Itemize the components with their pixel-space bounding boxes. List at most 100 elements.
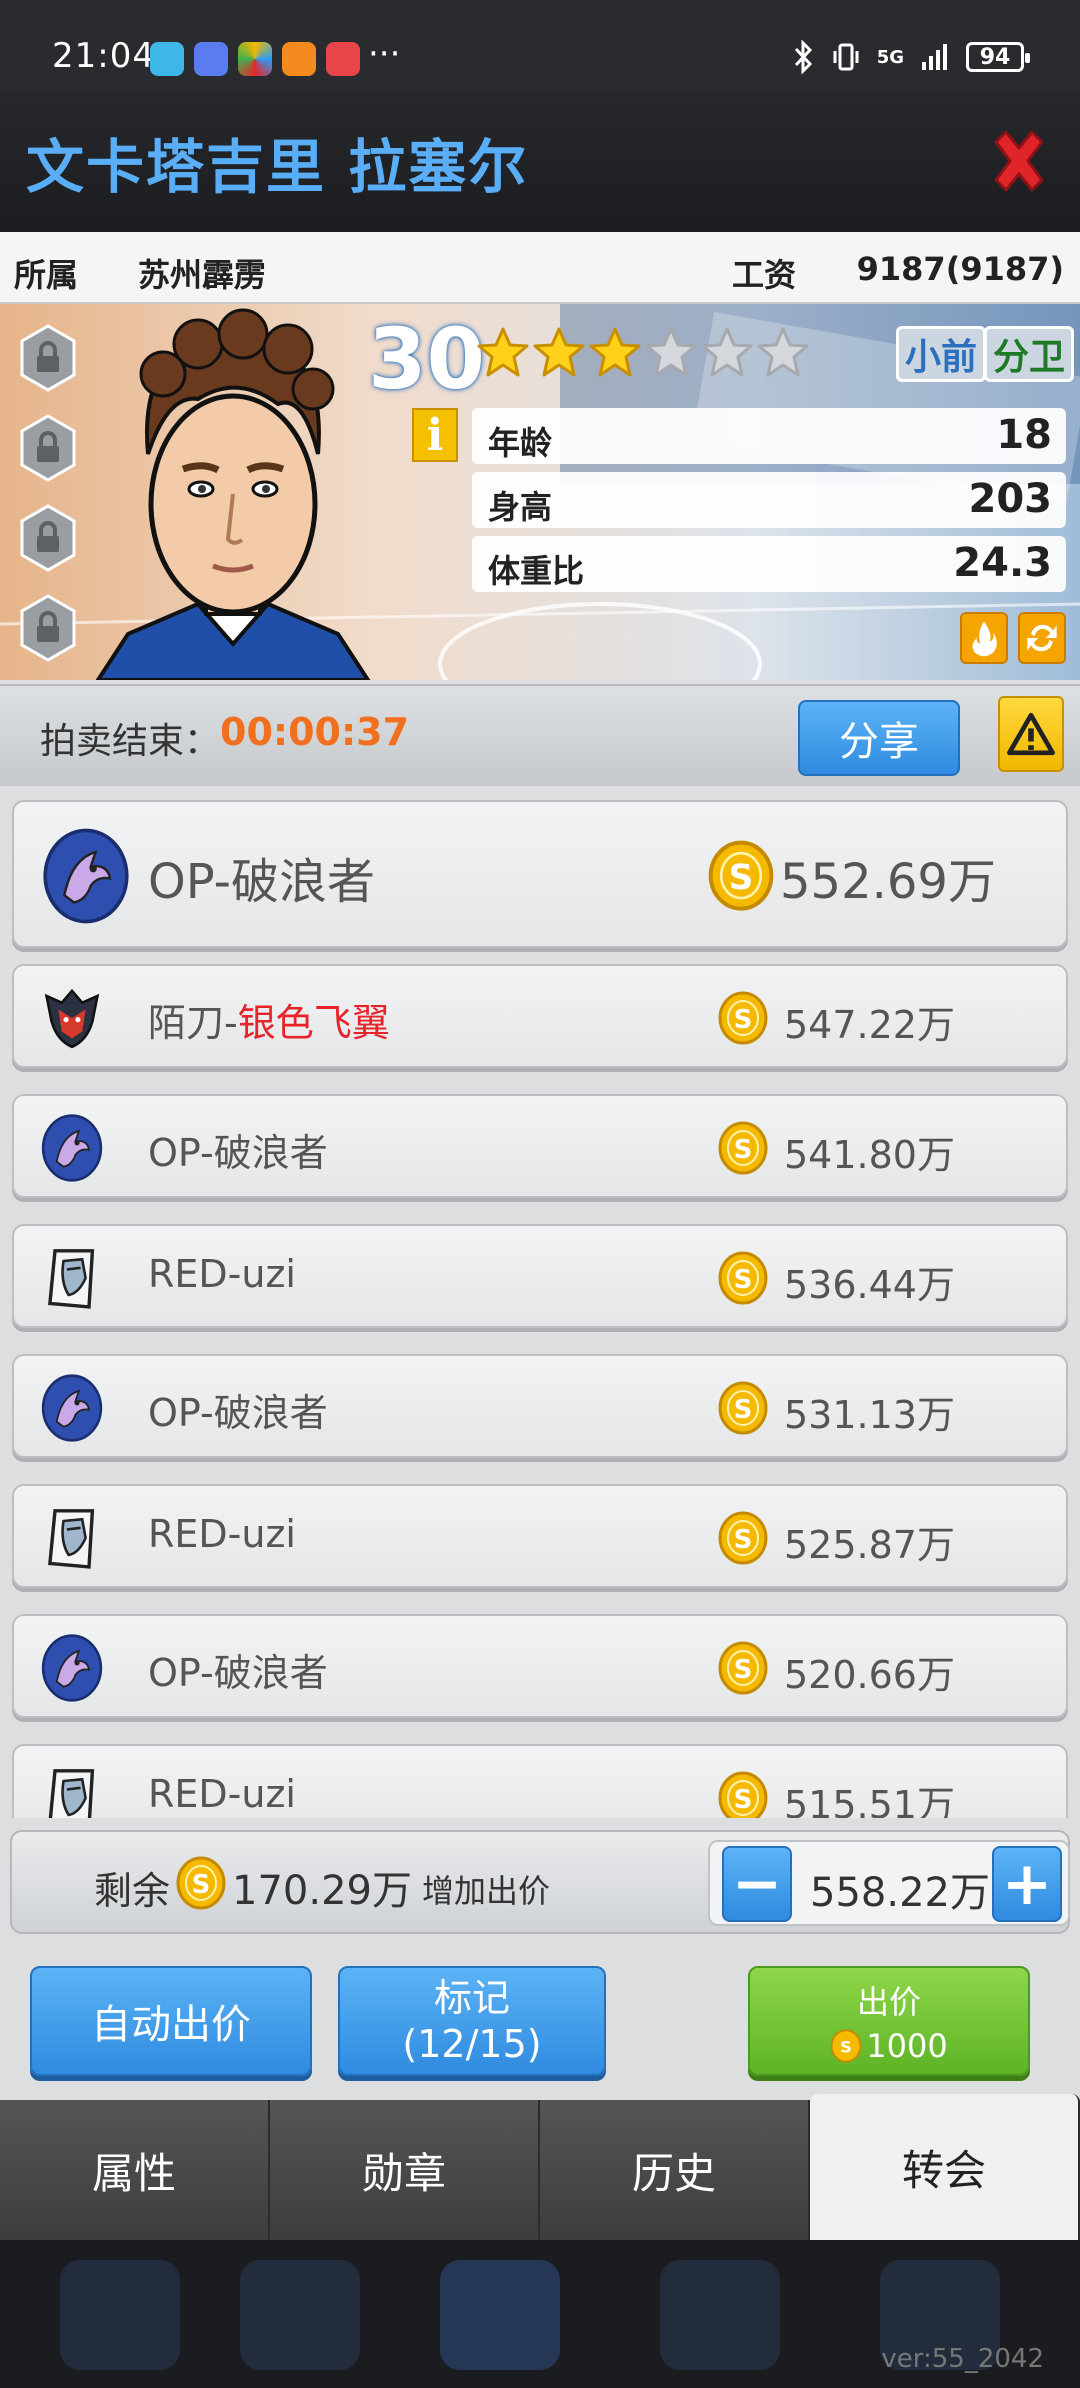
lock-icon[interactable] — [18, 324, 78, 392]
bid-amount: 541.80万 — [784, 1133, 955, 1177]
nav-ghost-icon — [240, 2260, 360, 2370]
salary-value: 9187(9187) — [856, 250, 1064, 288]
lock-icon[interactable] — [18, 504, 78, 572]
svg-text:S: S — [840, 2037, 852, 2056]
mark-label: 标记 — [433, 1976, 510, 2020]
report-warning-icon[interactable] — [998, 696, 1064, 772]
bid-stepper: − 558.22万 + — [708, 1840, 1070, 1926]
player-rating: 30 — [368, 310, 485, 408]
background-navigation: ver:55_2042 — [0, 2240, 1080, 2388]
coin-icon: S — [176, 1856, 226, 1910]
top-bid-row[interactable]: OP-破浪者 S 552.69万 — [12, 800, 1068, 948]
coin: S — [718, 1511, 768, 1569]
stat-label: 年龄 — [488, 424, 553, 462]
bidder-team: 陌刀- — [148, 1001, 238, 1045]
coin-icon: S — [718, 1641, 768, 1695]
tab-badges[interactable]: 勋章 — [270, 2100, 540, 2240]
tab-attributes[interactable]: 属性 — [0, 2100, 270, 2240]
bidder-player: 破浪者 — [213, 1651, 328, 1695]
coin-icon: S — [718, 991, 768, 1045]
player-portrait — [95, 308, 371, 680]
close-icon[interactable] — [986, 128, 1052, 194]
version-label: ver:55_2042 — [881, 2344, 1044, 2374]
stat-value: 18 — [996, 412, 1052, 458]
nav-ghost-icon — [660, 2260, 780, 2370]
bid-amount: 525.87万 — [784, 1523, 955, 1567]
lock-icon[interactable] — [18, 594, 78, 662]
app-notification-icon — [326, 42, 360, 76]
info-icon[interactable]: i — [412, 408, 458, 462]
coin: S — [718, 1381, 768, 1439]
bidder-player: 破浪者 — [231, 854, 376, 910]
bidder-team: OP- — [148, 1131, 214, 1175]
share-button[interactable]: 分享 — [798, 700, 960, 776]
bid-amount: 531.13万 — [784, 1393, 955, 1437]
svg-text:S: S — [734, 1785, 753, 1815]
tab-transfer[interactable]: 转会 — [810, 2094, 1080, 2240]
bid-row[interactable]: RED-uzi S 536.44万 — [12, 1224, 1068, 1328]
star-filled-icon — [533, 327, 585, 377]
bluetooth-icon — [794, 40, 812, 74]
svg-text:S: S — [734, 1005, 753, 1035]
decrease-bid-button[interactable]: − — [722, 1846, 792, 1922]
svg-text:S: S — [192, 1870, 211, 1900]
bid-cost: S 1000 — [830, 2027, 948, 2065]
auction-timer: 00:00:37 — [220, 710, 410, 754]
place-bid-button[interactable]: 出价 S 1000 — [748, 1966, 1030, 2076]
refresh-icon[interactable] — [1018, 612, 1066, 664]
team-logo — [38, 1504, 106, 1576]
mark-button[interactable]: 标记 (12/15) — [338, 1966, 606, 2076]
bid-row[interactable]: OP-破浪者 S 531.13万 — [12, 1354, 1068, 1458]
coin-icon: S — [718, 1121, 768, 1175]
network-type: 5G — [876, 46, 904, 68]
player-name-title: 文卡塔吉里 拉塞尔 — [26, 133, 529, 201]
team-logo — [38, 1244, 106, 1316]
nav-ghost-icon — [60, 2260, 180, 2370]
bidder-name: OP-破浪者 — [148, 842, 375, 912]
stat-weight-ratio: 体重比 24.3 — [472, 536, 1066, 592]
increase-bid-button[interactable]: + — [992, 1846, 1062, 1922]
svg-text:S: S — [734, 1525, 753, 1555]
mark-count: (12/15) — [402, 2022, 542, 2066]
bidder-team: RED- — [148, 1252, 242, 1296]
bid-row[interactable]: OP-破浪者 S 541.80万 — [12, 1094, 1068, 1198]
auto-bid-button[interactable]: 自动出价 — [30, 1966, 312, 2076]
app-notification-icon — [194, 42, 228, 76]
bidder-team: OP- — [148, 854, 231, 910]
coin-icon: S — [708, 841, 774, 911]
coin: S — [718, 991, 768, 1049]
bidder-team: RED- — [148, 1772, 242, 1816]
stat-age: 年龄 18 — [472, 408, 1066, 464]
lock-icon[interactable] — [18, 414, 78, 482]
coin: S — [718, 1641, 768, 1699]
coin: S — [718, 1251, 768, 1309]
bidder-name: RED-uzi — [148, 1512, 296, 1556]
coin-icon: S — [718, 1381, 768, 1435]
stat-value: 24.3 — [953, 540, 1052, 586]
bid-list[interactable]: OP-破浪者 S 552.69万 陌刀-银色飞翼 S 547.22万 OP-破浪者 S 541.… — [0, 800, 1080, 1818]
coin-icon: S — [718, 1511, 768, 1565]
signal-icon — [922, 44, 947, 70]
fire-icon[interactable] — [960, 612, 1008, 664]
op-team-logo-icon — [41, 1114, 103, 1182]
bid-row[interactable]: RED-uzi S 515.51万 — [12, 1744, 1068, 1818]
bid-row[interactable]: RED-uzi S 525.87万 — [12, 1484, 1068, 1588]
stat-height: 身高 203 — [472, 472, 1066, 528]
tab-history[interactable]: 历史 — [540, 2100, 810, 2240]
bidder-name: OP-破浪者 — [148, 1642, 328, 1697]
app-notification-icon — [238, 42, 272, 76]
bid-row[interactable]: 陌刀-银色飞翼 S 547.22万 — [12, 964, 1068, 1068]
bidder-player: 破浪者 — [213, 1391, 328, 1435]
red-team-logo-icon — [48, 1509, 95, 1569]
team-logo — [38, 1634, 106, 1706]
svg-text:S: S — [729, 858, 754, 898]
bidder-name: 陌刀-银色飞翼 — [148, 992, 390, 1047]
coin-icon: S — [830, 2029, 862, 2063]
increase-bid-label: 增加出价 — [422, 1872, 551, 1910]
battery-icon: 94 — [966, 42, 1030, 72]
svg-text:S: S — [734, 1265, 753, 1295]
nav-ghost-icon — [440, 2260, 560, 2370]
bid-amount: 552.69万 — [780, 854, 996, 910]
bid-row[interactable]: OP-破浪者 S 520.66万 — [12, 1614, 1068, 1718]
bidder-name: OP-破浪者 — [148, 1382, 328, 1437]
